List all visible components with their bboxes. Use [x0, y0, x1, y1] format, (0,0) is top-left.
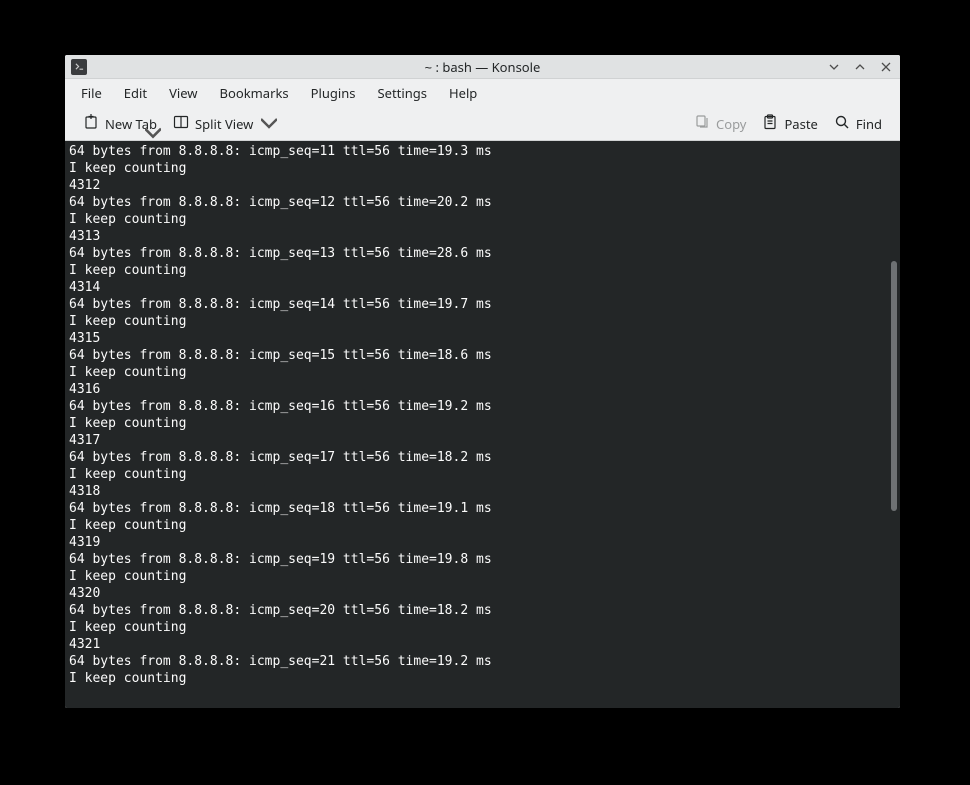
- chevron-down-icon[interactable]: [261, 116, 277, 132]
- split-view-button[interactable]: Split View: [165, 110, 285, 138]
- window-controls: [826, 59, 894, 75]
- menu-help[interactable]: Help: [439, 80, 487, 106]
- copy-icon: [694, 114, 710, 134]
- split-view-icon: [173, 114, 189, 134]
- close-button[interactable]: [878, 59, 894, 75]
- copy-label: Copy: [716, 115, 746, 133]
- paste-icon: [762, 114, 778, 134]
- menu-edit[interactable]: Edit: [114, 80, 157, 106]
- new-tab-icon: [83, 114, 99, 134]
- chevron-down-icon[interactable]: [145, 126, 161, 142]
- menu-file[interactable]: File: [71, 80, 112, 106]
- paste-button[interactable]: Paste: [754, 110, 825, 138]
- menu-plugins[interactable]: Plugins: [301, 80, 366, 106]
- menu-view[interactable]: View: [159, 80, 207, 106]
- find-label: Find: [856, 115, 882, 133]
- menubar: File Edit View Bookmarks Plugins Setting…: [65, 79, 900, 107]
- window-title: ~ : bash — Konsole: [65, 58, 900, 76]
- menu-settings[interactable]: Settings: [368, 80, 437, 106]
- konsole-window: ~ : bash — Konsole File Edit View Bookma…: [65, 55, 900, 708]
- scrollbar-track[interactable]: [889, 141, 897, 708]
- app-icon: [71, 59, 87, 75]
- terminal-output[interactable]: 64 bytes from 8.8.8.8: icmp_seq=11 ttl=5…: [65, 141, 886, 708]
- minimize-button[interactable]: [826, 59, 842, 75]
- scrollbar-thumb[interactable]: [891, 261, 897, 511]
- toolbar: New Tab Split View Copy: [65, 107, 900, 141]
- new-tab-button[interactable]: New Tab: [75, 110, 165, 138]
- split-view-label: Split View: [195, 115, 253, 133]
- titlebar: ~ : bash — Konsole: [65, 55, 900, 79]
- paste-label: Paste: [784, 115, 817, 133]
- search-icon: [834, 114, 850, 134]
- copy-button[interactable]: Copy: [686, 110, 754, 138]
- find-button[interactable]: Find: [826, 110, 890, 138]
- terminal-area[interactable]: 64 bytes from 8.8.8.8: icmp_seq=11 ttl=5…: [65, 141, 900, 708]
- maximize-button[interactable]: [852, 59, 868, 75]
- menu-bookmarks[interactable]: Bookmarks: [210, 80, 299, 106]
